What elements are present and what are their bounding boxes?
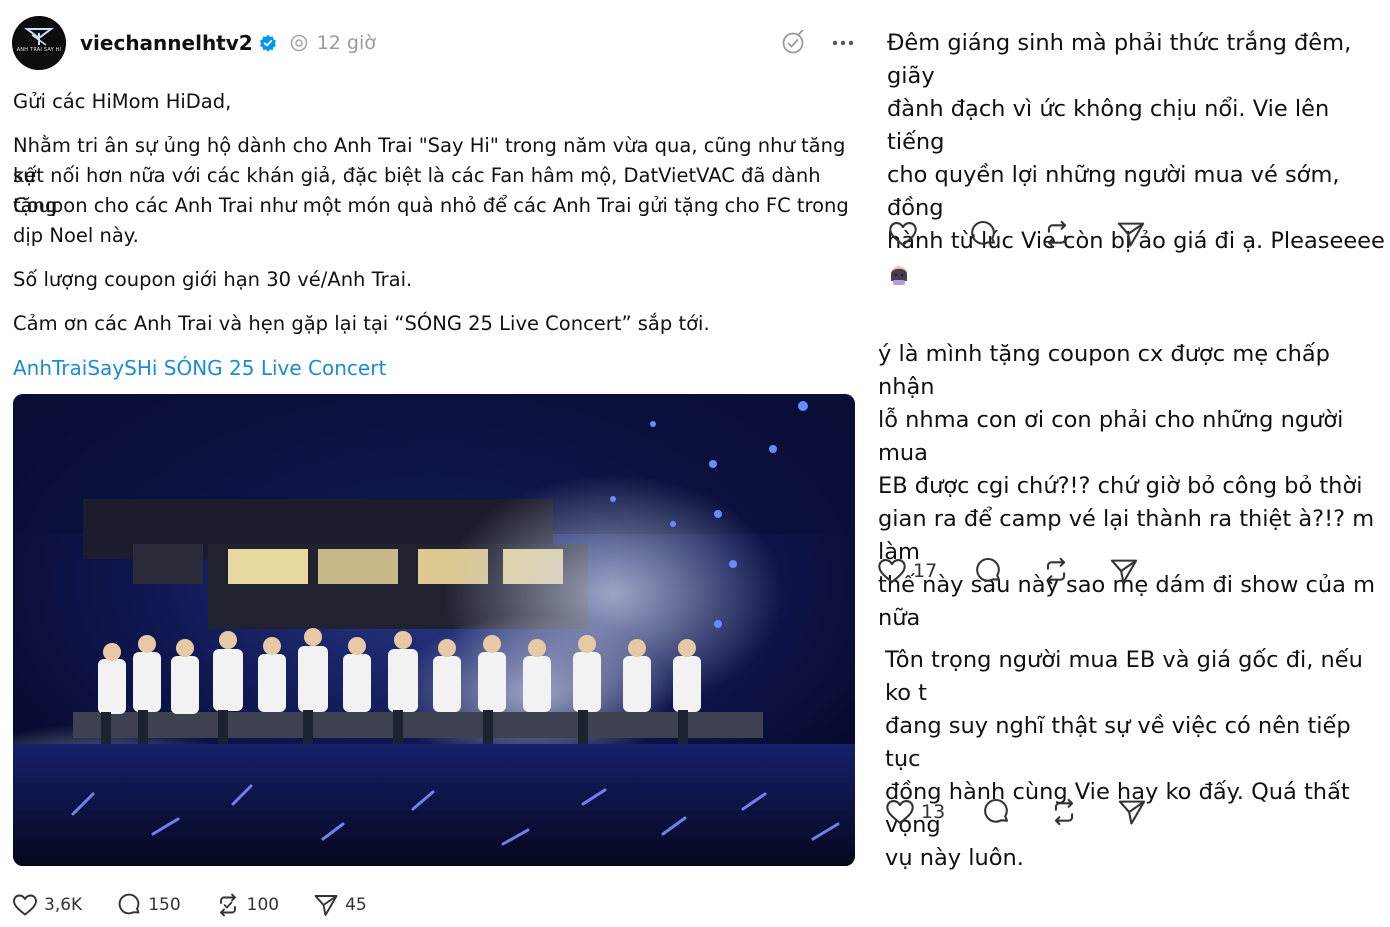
concert-photo-image xyxy=(13,394,855,866)
like-button[interactable]: 3,6K xyxy=(12,893,82,917)
reply-3-comment-button[interactable] xyxy=(981,797,1011,827)
reply-1-share-button[interactable] xyxy=(1116,220,1146,248)
post-greeting: Gửi các HiMom HiDad, xyxy=(13,90,232,113)
reply-1: Đêm giáng sinh mà phải thức trắng đêm, g… xyxy=(887,27,1387,291)
anh-trai-logo-icon xyxy=(12,16,66,70)
reply-2-like-count: 17 xyxy=(913,560,938,582)
heart-icon xyxy=(878,559,906,583)
post-actions: 3,6K 150 100 45 xyxy=(12,892,401,918)
reply-3-line-1: Tôn trọng người mua EB và giá gốc đi, nế… xyxy=(885,647,1363,706)
repost-icon xyxy=(1047,557,1066,585)
repost-icon xyxy=(1047,220,1067,248)
post-header: ANH TRAI SAY HI viechannelhtv2 12 giờ xyxy=(12,16,858,70)
comment-button[interactable]: 150 xyxy=(116,892,181,918)
reply-3-line-4: vụ này luôn. xyxy=(885,845,1024,871)
reply-2-line-6: nữa xyxy=(878,605,921,631)
reply-2-actions: 17 xyxy=(877,556,1179,586)
reply-2-like-button[interactable]: 17 xyxy=(877,557,937,585)
comment-icon xyxy=(984,798,1009,823)
send-icon xyxy=(1111,559,1138,584)
post-body-line-3: Coupon cho các Anh Trai như một món quà … xyxy=(13,194,849,217)
username[interactable]: viechannelhtv2 xyxy=(80,31,253,55)
share-button[interactable]: 45 xyxy=(313,893,367,917)
reply-1-line-3: cho quyền lợi những người mua vé sớm, đồ… xyxy=(887,162,1340,221)
threads-circle-icon xyxy=(290,34,308,52)
verified-badge-icon xyxy=(259,34,276,52)
reply-2-line-2: lỗ nhma con ơi con phải cho những người … xyxy=(878,407,1344,466)
reply-3-like-button[interactable]: 13 xyxy=(885,798,945,826)
reply-2: ý là mình tặng coupon cx được mẹ chấp nh… xyxy=(878,338,1388,635)
reply-3-line-2: đang suy nghĩ thật sự về việc có nên tiế… xyxy=(885,713,1351,772)
reply-3-actions: 13 xyxy=(885,797,1187,827)
pleading-emoji-icon-2 xyxy=(891,266,907,285)
share-count: 45 xyxy=(345,895,367,915)
reply-3-repost-button[interactable] xyxy=(1049,797,1079,827)
avatar[interactable]: ANH TRAI SAY HI xyxy=(12,16,66,70)
reply-3-share-button[interactable] xyxy=(1117,798,1147,826)
post-thanks: Cảm ơn các Anh Trai và hẹn gặp lại tại “… xyxy=(13,312,710,335)
send-icon xyxy=(1119,800,1146,825)
heart-icon xyxy=(13,894,37,916)
reply-2-repost-button[interactable] xyxy=(1041,556,1071,586)
send-icon xyxy=(314,895,338,916)
like-count: 3,6K xyxy=(44,895,83,915)
post-tag-link[interactable]: AnhTraiSaySHi SÓNG 25 Live Concert xyxy=(13,353,386,383)
heart-icon xyxy=(889,222,917,246)
comment-icon xyxy=(118,893,140,915)
reply-2-comment-button[interactable] xyxy=(973,556,1003,586)
post-body-line-4: dịp Noel này. xyxy=(13,224,139,247)
reply-2-share-button[interactable] xyxy=(1109,557,1139,585)
reply-1-repost-button[interactable] xyxy=(1042,219,1072,249)
reply-2-line-1: ý là mình tặng coupon cx được mẹ chấp nh… xyxy=(878,341,1330,400)
heart-icon xyxy=(886,800,914,824)
send-icon xyxy=(1117,222,1145,247)
repost-button[interactable]: 100 xyxy=(215,892,279,918)
repost-icon xyxy=(1055,798,1074,826)
reply-2-line-3: EB được cgi chứ?!? chứ giờ bỏ công bỏ th… xyxy=(878,473,1363,499)
reply-3-like-count: 13 xyxy=(921,801,946,823)
reply-1-comment-button[interactable] xyxy=(968,219,998,249)
more-options-icon[interactable] xyxy=(832,40,854,46)
reply-1-line-1: Đêm giáng sinh mà phải thức trắng đêm, g… xyxy=(887,30,1352,89)
comment-icon xyxy=(976,557,1001,582)
reply-1-like-button[interactable] xyxy=(888,220,924,248)
avatar-logo-text: ANH TRAI SAY HI xyxy=(16,47,62,53)
reply-3: Tôn trọng người mua EB và giá gốc đi, nế… xyxy=(885,644,1388,875)
repost-count: 100 xyxy=(246,895,280,915)
comment-icon xyxy=(971,220,995,245)
post-coupon-limit: Số lượng coupon giới hạn 30 vé/Anh Trai. xyxy=(13,268,413,291)
header-actions xyxy=(780,30,854,56)
comment-count: 150 xyxy=(148,895,181,915)
translate-off-icon[interactable] xyxy=(780,30,806,56)
reply-1-actions xyxy=(888,219,1186,249)
reply-1-line-2: đành đạch vì ức không chịu nổi. Vie lên … xyxy=(887,96,1330,155)
post-photo[interactable] xyxy=(13,394,855,866)
repost-icon xyxy=(219,893,236,917)
post-time: 12 giờ xyxy=(316,32,376,54)
main-post: ANH TRAI SAY HI viechannelhtv2 12 giờ Gử xyxy=(0,0,868,927)
